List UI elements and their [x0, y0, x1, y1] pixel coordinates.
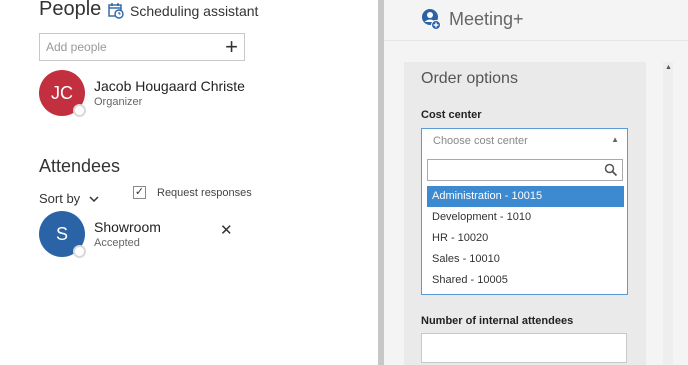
order-options-title: Order options	[421, 70, 518, 87]
cost-center-options: Administration - 10015 Development - 101…	[427, 186, 624, 291]
addin-title: Meeting+	[449, 8, 524, 29]
chevron-down-icon	[89, 196, 99, 203]
cost-center-label: Cost center	[421, 109, 482, 121]
option-shared[interactable]: Shared - 10005	[427, 270, 624, 291]
internal-attendees-label: Number of internal attendees	[421, 315, 574, 327]
sort-by-dropdown[interactable]: Sort by	[39, 191, 99, 206]
attendees-title: Attendees	[39, 156, 121, 176]
sort-by-label: Sort by	[39, 191, 81, 206]
attendee-status: Accepted	[94, 237, 140, 249]
organizer-role: Organizer	[94, 96, 143, 108]
cost-center-placeholder: Choose cost center	[433, 135, 528, 147]
meeting-plus-logo-icon	[422, 9, 441, 30]
cost-center-dropdown[interactable]: Choose cost center ▲ Administration - 10…	[421, 128, 628, 295]
option-hr[interactable]: HR - 10020	[427, 228, 624, 249]
cost-center-search-input[interactable]	[428, 160, 598, 180]
presence-indicator	[73, 104, 86, 117]
scrollbar[interactable]: ▲	[663, 62, 673, 365]
presence-indicator	[73, 245, 86, 258]
addin-header: Meeting+	[421, 8, 524, 30]
request-responses-checkbox[interactable]: ✓ Request responses	[133, 186, 252, 199]
attendee-avatar: S	[39, 211, 86, 258]
add-people-plus-icon[interactable]: +	[225, 35, 238, 59]
remove-attendee-close-icon[interactable]: ✕	[220, 221, 233, 239]
add-people-input[interactable]	[40, 34, 210, 60]
attendee-initials: S	[55, 223, 68, 244]
cost-center-select[interactable]: Choose cost center ▲	[422, 129, 627, 153]
dropdown-arrow-icon[interactable]: ▲	[611, 135, 619, 144]
request-responses-label: Request responses	[157, 186, 252, 199]
add-people-field[interactable]: +	[39, 33, 245, 61]
search-icon	[604, 163, 618, 177]
checkmark-icon[interactable]: ✓	[133, 186, 146, 199]
option-administration[interactable]: Administration - 10015	[427, 186, 624, 207]
cost-center-search-field[interactable]	[427, 159, 623, 181]
people-pane: People Scheduling assistant + JC Jacob H…	[0, 0, 378, 365]
option-development[interactable]: Development - 1010	[427, 207, 624, 228]
attendee-row[interactable]: S Showroom Accepted	[39, 211, 161, 258]
scroll-up-arrow-icon[interactable]: ▲	[665, 64, 672, 71]
option-sales[interactable]: Sales - 10010	[427, 249, 624, 270]
scheduling-assistant-label: Scheduling assistant	[130, 2, 259, 19]
calendar-clock-icon	[108, 3, 124, 19]
internal-attendees-input[interactable]	[421, 333, 627, 363]
organizer-row[interactable]: JC Jacob Hougaard Christe Organizer	[39, 70, 245, 117]
header-divider	[384, 40, 688, 41]
people-title: People	[39, 0, 102, 20]
organizer-avatar: JC	[39, 70, 86, 117]
organizer-initials: JC	[51, 82, 73, 103]
scheduling-assistant-button[interactable]: Scheduling assistant	[108, 2, 258, 19]
attendee-name: Showroom	[94, 219, 161, 235]
organizer-name: Jacob Hougaard Christe	[94, 78, 245, 94]
